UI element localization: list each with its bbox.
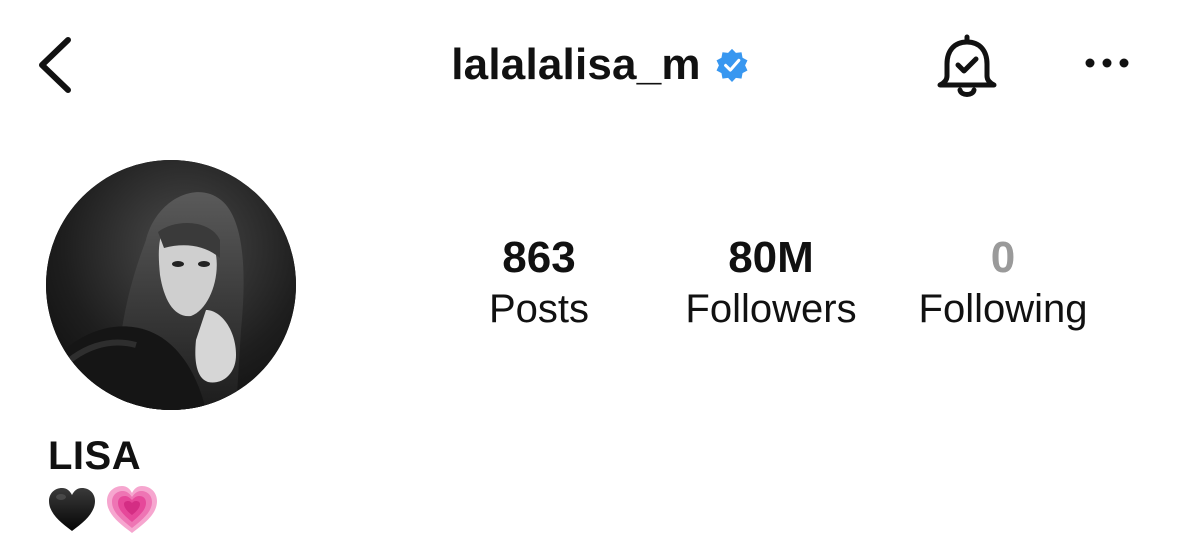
profile-avatar[interactable] <box>46 160 296 410</box>
more-horizontal-icon <box>1085 58 1129 68</box>
followers-label: Followers <box>685 287 857 331</box>
following-stat[interactable]: 0 Following <box>906 232 1100 334</box>
posts-stat[interactable]: 863 Posts <box>462 232 616 334</box>
following-count: 0 <box>990 233 1016 282</box>
verified-badge-icon <box>716 48 748 82</box>
black-heart-icon <box>49 488 95 531</box>
profile-display-name: LISA <box>48 434 142 478</box>
posts-count: 863 <box>502 233 576 282</box>
top-navigation-bar: lalalalisa_m <box>0 0 1200 140</box>
posts-label: Posts <box>488 287 590 331</box>
profile-photo <box>46 160 296 410</box>
profile-username: lalalalisa_m <box>451 40 701 89</box>
header-title: lalalalisa_m <box>0 40 1200 96</box>
followers-stat[interactable]: 80M Followers <box>676 232 866 334</box>
followers-count: 80M <box>728 233 814 282</box>
following-label: Following <box>918 287 1088 331</box>
bell-check-icon <box>937 34 997 97</box>
more-options-button[interactable] <box>1082 48 1132 78</box>
growing-heart-icon <box>107 486 157 533</box>
notifications-button[interactable] <box>932 34 1002 102</box>
profile-bio <box>46 484 158 536</box>
